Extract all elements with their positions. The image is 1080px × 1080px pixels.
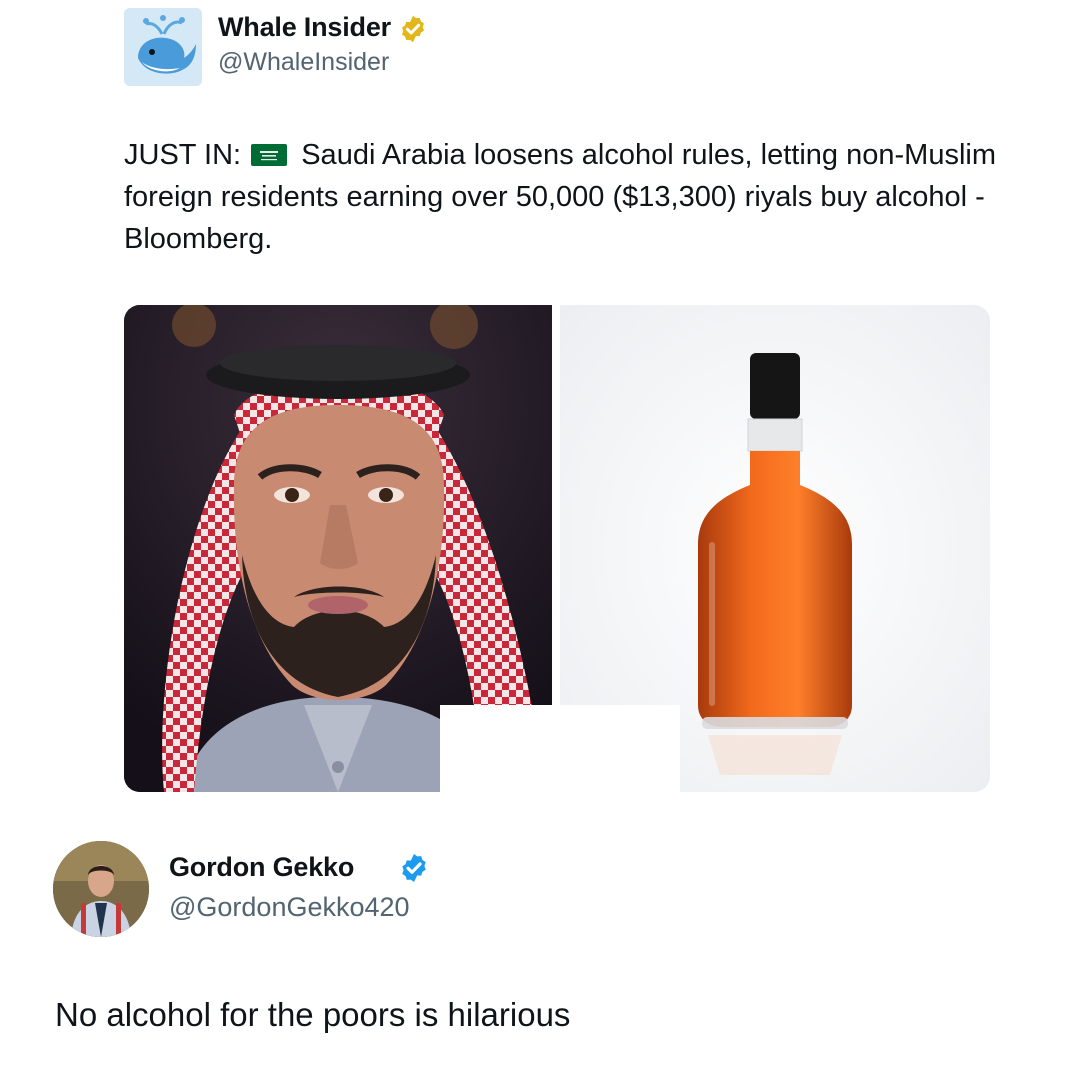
- media-gap: [440, 705, 680, 800]
- reply-author-handle[interactable]: @GordonGekko420: [169, 892, 410, 923]
- tweet-text: JUST IN: Saudi Arabia loosens alcohol ru…: [124, 134, 1024, 260]
- gold-verified-badge-icon: [402, 15, 424, 43]
- reply-author-name[interactable]: Gordon Gekko: [169, 852, 354, 883]
- gordon-gekko-avatar[interactable]: [53, 841, 149, 937]
- whale-logo-icon: [124, 8, 202, 86]
- blue-verified-badge-icon: [402, 854, 426, 882]
- reply-text: No alcohol for the poors is hilarious: [55, 996, 571, 1033]
- whale-insider-avatar[interactable]: [124, 8, 202, 86]
- author-name[interactable]: Whale Insider: [218, 12, 391, 43]
- author-handle[interactable]: @WhaleInsider: [218, 48, 389, 77]
- man-in-suit-avatar-icon: [53, 841, 149, 937]
- saudi-arabia-flag-icon: [251, 144, 288, 166]
- tweet-text-prefix: JUST IN:: [124, 139, 242, 171]
